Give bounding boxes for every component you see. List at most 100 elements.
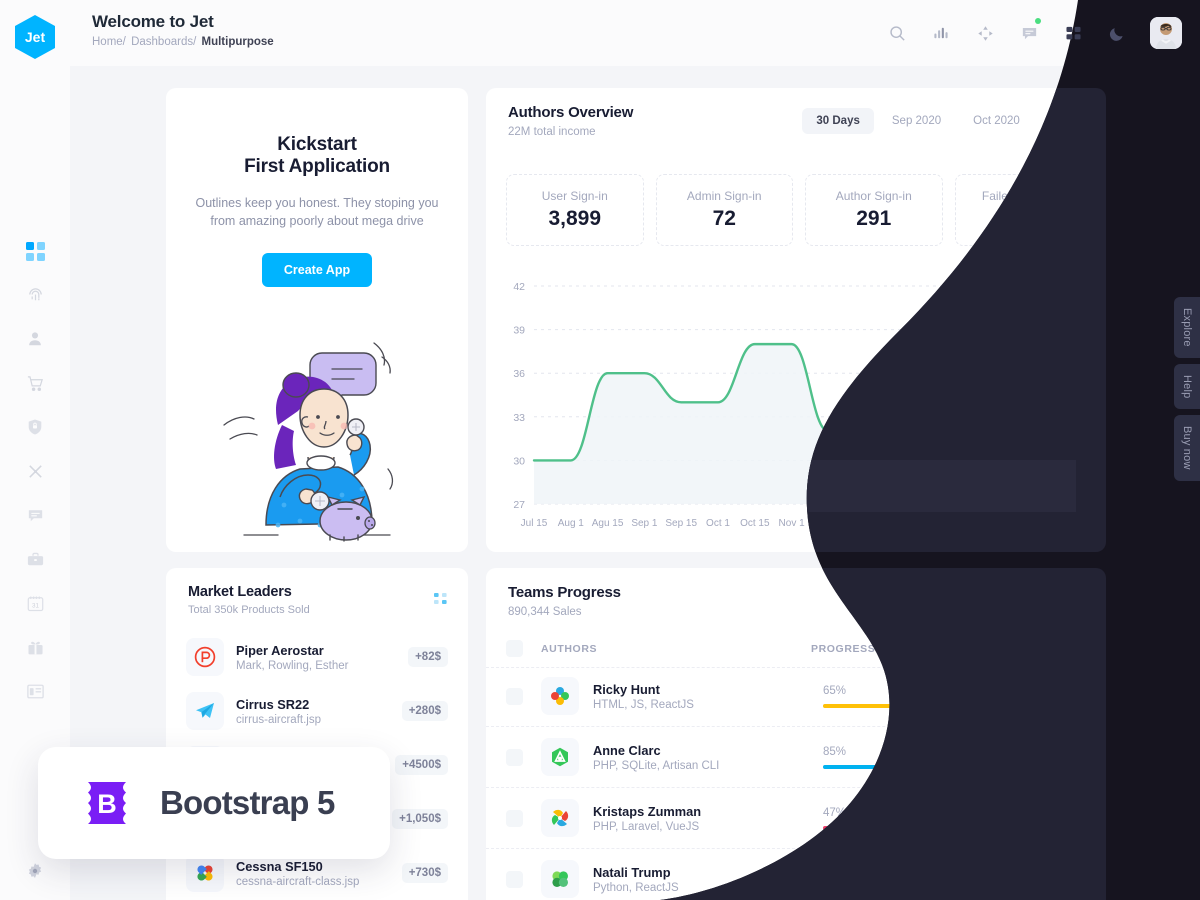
row-checkbox[interactable] (506, 809, 523, 827)
list-item-amount: +4500$ (395, 755, 448, 775)
sidebar-item-tools[interactable] (17, 459, 53, 483)
list-item[interactable]: Piper Aerostar Mark, Rowling, Esther +82… (166, 630, 468, 684)
svg-text:Dec 15: Dec 15 (886, 518, 918, 529)
svg-text:Sep 15: Sep 15 (665, 518, 697, 529)
row-progress: 71% (823, 868, 1003, 891)
sidebar-item-cart[interactable] (17, 371, 53, 395)
telegram-icon (186, 692, 224, 730)
view-button[interactable]: View (1032, 744, 1086, 770)
stat-label: Admin Sign-in (686, 189, 762, 203)
list-item[interactable]: Cirrus SR22 cirrus-aircraft.jsp +280$ (166, 684, 468, 738)
table-row[interactable]: Ricky Hunt HTML, JS, ReactJS 65% View (486, 666, 1106, 727)
stat-failed-attempts: Failed Attempts 6 (954, 174, 1092, 246)
row-percent: 85% (823, 745, 847, 758)
progress-track (823, 764, 963, 769)
dots-grid-icon[interactable] (434, 592, 448, 604)
grid-apps-icon[interactable] (1062, 22, 1084, 44)
row-author: Anne Clarc PHP, SQLite, Artisan CLI (593, 743, 823, 772)
chat-bubble-icon (26, 506, 45, 525)
row-percent: 47% (823, 806, 847, 819)
area-chart: 27 30 33 36 39 42 Jul 15 Aug 1 Agu 15 Sep 1 Sep 15… (513, 281, 1099, 529)
svg-text:31: 31 (32, 602, 39, 609)
bar-chart-icon[interactable] (930, 22, 952, 44)
progress-track (823, 703, 963, 708)
grid-icon (25, 241, 45, 261)
briefcase-icon (26, 550, 45, 569)
breadcrumb-dashboards[interactable]: Dashboards/ (131, 36, 196, 48)
table-row[interactable]: Kristaps Zumman PHP, Laravel, VueJS 47% … (486, 788, 1106, 849)
tab-more[interactable]: More (1038, 108, 1092, 134)
sidebar-item-layout[interactable] (17, 679, 53, 703)
row-author: Kristaps Zumman PHP, Laravel, VueJS (593, 804, 823, 833)
sidebar-item-calendar[interactable]: 31 (17, 591, 53, 615)
list-item-meta: cessna-aircraft-class.jsp (236, 875, 360, 888)
row-progress: 85% (823, 746, 1003, 769)
sidebar-footer (0, 861, 70, 886)
edge-tab-buy-now[interactable]: Buy now (1174, 415, 1200, 481)
settings-gear-icon[interactable] (25, 861, 45, 886)
stat-value: 6 (1017, 207, 1030, 230)
view-button[interactable]: View (1032, 805, 1086, 831)
search-icon[interactable] (886, 22, 908, 44)
list-item-amount: +1,050$ (392, 809, 448, 829)
kickstart-title-line1: Kickstart (277, 134, 357, 155)
row-author: Natali Trump Python, ReactJS (593, 865, 823, 894)
bootstrap-logo-icon: B (76, 772, 138, 834)
sidebar-item-briefcase[interactable] (17, 547, 53, 571)
svg-text:36: 36 (513, 368, 525, 380)
list-item-amount: +280$ (401, 701, 448, 721)
sidebar-item-user[interactable] (17, 327, 53, 351)
progress-fill (823, 764, 942, 769)
svg-text:Jul 15: Jul 15 (521, 518, 548, 529)
tab-oct-2020[interactable]: Oct 2020 (959, 108, 1034, 134)
tab-30-days[interactable]: 30 Days (802, 108, 874, 134)
search-input[interactable]: Search (1004, 592, 1104, 622)
authors-overview-tabs: 30 Days Sep 2020 Oct 2020 More (802, 108, 1092, 134)
progress-fill (823, 825, 889, 830)
sidebar-item-chat[interactable] (17, 503, 53, 527)
svg-text:Jan 1: Jan 1 (927, 518, 952, 529)
kickstart-title-line2: First Application (244, 155, 390, 177)
avatar[interactable] (1150, 17, 1182, 49)
row-skills: PHP, SQLite, Artisan CLI (593, 759, 720, 772)
row-progress: 47% (823, 807, 1003, 830)
stat-label: Author Sign-in (835, 189, 912, 203)
stat-value: 3,899 (548, 207, 602, 230)
svg-text:27: 27 (513, 499, 525, 511)
create-app-button[interactable]: Create App (261, 253, 373, 288)
row-action: View (1032, 683, 1086, 709)
svg-text:Mar 1: Mar 1 (1073, 518, 1096, 529)
progress-fill (823, 703, 914, 708)
row-checkbox[interactable] (506, 687, 523, 705)
table-row[interactable]: Natali Trump Python, ReactJS 71% View (486, 849, 1106, 900)
edge-tab-explore[interactable]: Explore (1174, 297, 1200, 358)
sidebar-item-dashboard[interactable] (17, 239, 53, 263)
breadcrumb-home[interactable]: Home/ (92, 36, 126, 48)
app-logo[interactable]: Jet (15, 15, 55, 59)
sidebar-item-gift[interactable] (17, 635, 53, 659)
select-all-checkbox[interactable] (506, 640, 523, 657)
column-action: ACTION (1042, 642, 1086, 655)
user-filter-select[interactable]: All Users (881, 592, 991, 622)
tab-sep-2020[interactable]: Sep 2020 (878, 108, 955, 134)
edge-tab-help[interactable]: Help (1174, 363, 1200, 410)
list-item-name: Piper Aerostar (236, 642, 324, 658)
teams-progress-subtitle: 890,344 Sales (508, 606, 582, 618)
svg-text:Nov 1: Nov 1 (779, 518, 806, 529)
sidebar-item-security[interactable] (17, 415, 53, 439)
row-checkbox[interactable] (506, 870, 523, 888)
moon-icon[interactable] (1106, 22, 1128, 44)
row-action: View (1032, 866, 1086, 892)
view-button[interactable]: View (1032, 866, 1086, 892)
progress-track (823, 825, 963, 830)
breadcrumb-current: Multipurpose (201, 36, 274, 48)
row-checkbox[interactable] (506, 748, 523, 766)
sidebar-item-fingerprint[interactable] (17, 283, 53, 307)
move-arrows-icon[interactable] (974, 22, 996, 44)
chat-icon[interactable] (1018, 18, 1041, 44)
view-button[interactable]: View (1032, 683, 1086, 709)
table-row[interactable]: Anne Clarc PHP, SQLite, Artisan CLI 85% … (486, 727, 1106, 788)
search-placeholder: Search (1032, 601, 1069, 613)
list-item-meta: Mark, Rowling, Esther (236, 659, 349, 672)
market-leaders-title: Market Leaders (188, 584, 292, 600)
